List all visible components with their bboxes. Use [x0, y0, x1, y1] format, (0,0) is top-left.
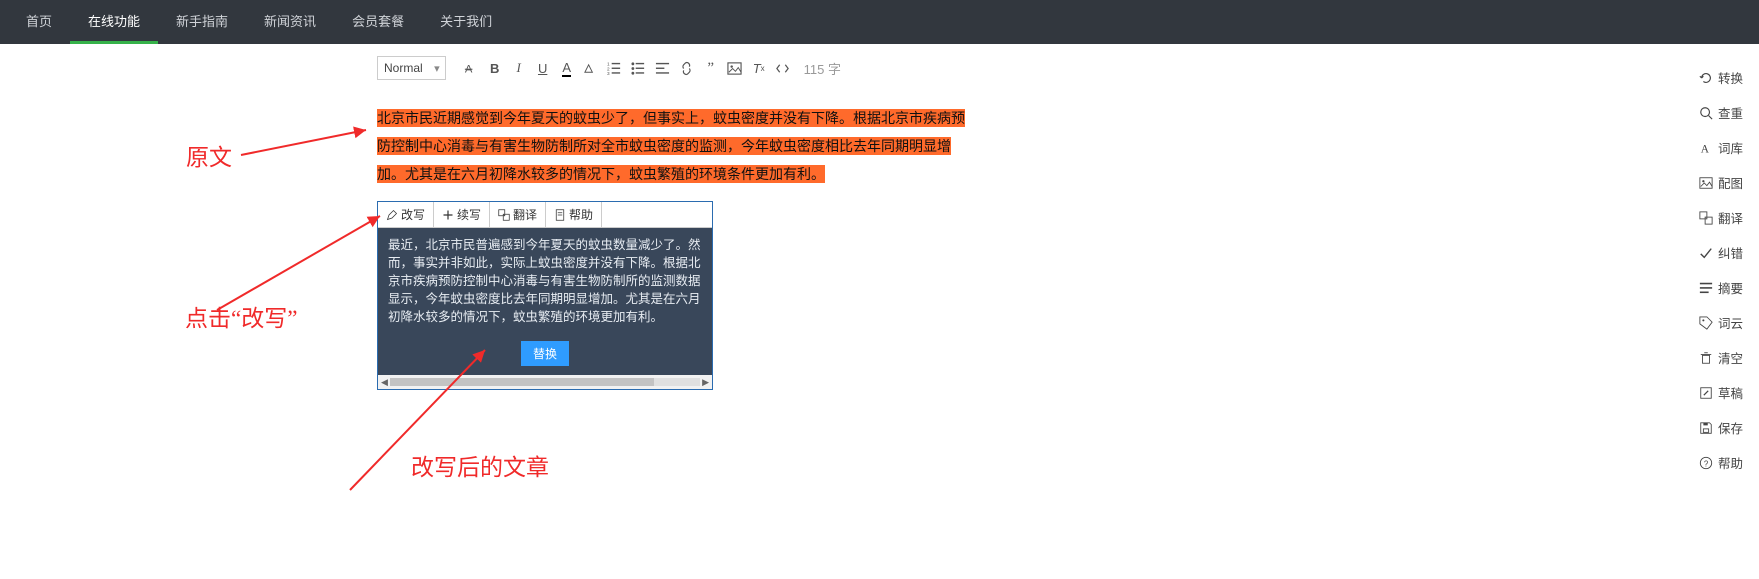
- tag-icon: [1699, 316, 1713, 330]
- highlight-icon[interactable]: [580, 57, 602, 79]
- replace-button[interactable]: 替换: [521, 341, 569, 366]
- font-icon: A: [1699, 141, 1713, 155]
- popup-action-rewrite[interactable]: 改写: [378, 202, 434, 227]
- side-summary[interactable]: 摘要: [1691, 270, 1759, 305]
- popup-toolbar: 改写 续写 翻译 帮助: [378, 202, 712, 228]
- bullet-list-icon[interactable]: [628, 57, 650, 79]
- svg-text:3: 3: [607, 71, 610, 76]
- list-icon: [1699, 281, 1713, 295]
- ordered-list-icon[interactable]: 123: [604, 57, 626, 79]
- popup-action-continue[interactable]: 续写: [434, 202, 490, 227]
- strikethrough-icon[interactable]: A: [460, 57, 482, 79]
- side-plagiarism[interactable]: 查重: [1691, 95, 1759, 130]
- popup-scrollbar[interactable]: ◀ ▶: [378, 375, 712, 389]
- plus-icon: [442, 209, 454, 221]
- scroll-thumb[interactable]: [390, 378, 654, 386]
- side-correct[interactable]: 纠错: [1691, 235, 1759, 270]
- side-image[interactable]: 配图: [1691, 165, 1759, 200]
- side-lexicon[interactable]: A词库: [1691, 130, 1759, 165]
- bold-icon[interactable]: B: [484, 57, 506, 79]
- scroll-right-icon[interactable]: ▶: [702, 377, 709, 388]
- link-icon[interactable]: [676, 57, 698, 79]
- save-icon: [1699, 421, 1713, 435]
- annotation-click-rewrite: 点击“改写”: [185, 299, 297, 333]
- trash-icon: [1699, 351, 1713, 365]
- popup-action-translate[interactable]: 翻译: [490, 202, 546, 227]
- translate-icon: [1699, 211, 1713, 225]
- search-icon: [1699, 106, 1713, 120]
- svg-text:A: A: [1701, 143, 1710, 155]
- highlighted-text[interactable]: 北京市民近期感觉到今年夏天的蚊虫少了，但事实上，蚊虫密度并没有下降。根据北京市疾…: [377, 109, 965, 183]
- svg-text:A: A: [465, 63, 473, 75]
- clear-format-icon[interactable]: Tx: [748, 57, 770, 79]
- popup-action-help[interactable]: 帮助: [546, 202, 602, 227]
- translate-icon: [498, 209, 510, 221]
- side-convert[interactable]: 转换: [1691, 60, 1759, 95]
- nav-online-tools[interactable]: 在线功能: [70, 0, 158, 44]
- nav-membership[interactable]: 会员套餐: [334, 0, 422, 44]
- refresh-icon: [1699, 71, 1713, 85]
- format-select[interactable]: Normal: [377, 56, 446, 80]
- check-icon: [1699, 246, 1713, 260]
- arrow-2: [212, 210, 392, 320]
- popup-label: 改写: [401, 206, 425, 223]
- side-translate[interactable]: 翻译: [1691, 200, 1759, 235]
- quote-icon[interactable]: ”: [700, 57, 722, 79]
- side-clear[interactable]: 清空: [1691, 340, 1759, 375]
- nav-home[interactable]: 首页: [8, 0, 70, 44]
- rewritten-text: 最近，北京市民普遍感到今年夏天的蚊虫数量减少了。然而，事实并非如此，实际上蚊虫密…: [378, 228, 712, 334]
- editor-toolbar: Normal A B I U A 123 ” Tx 115 字: [377, 56, 841, 80]
- side-draft[interactable]: 草稿: [1691, 375, 1759, 410]
- svg-text:?: ?: [1704, 459, 1709, 468]
- arrow-1: [236, 120, 376, 170]
- editor-content[interactable]: 北京市民近期感觉到今年夏天的蚊虫少了，但事实上，蚊虫密度并没有下降。根据北京市疾…: [377, 104, 977, 188]
- popup-label: 翻译: [513, 206, 537, 223]
- italic-icon[interactable]: I: [508, 57, 530, 79]
- popup-label: 帮助: [569, 206, 593, 223]
- annotation-original: 原文: [186, 138, 232, 172]
- align-icon[interactable]: [652, 57, 674, 79]
- rewrite-popup: 改写 续写 翻译 帮助 最近，北京市民普遍感到今年夏天的蚊虫数量减少了。然而，事…: [377, 201, 713, 390]
- code-icon[interactable]: [772, 57, 794, 79]
- side-wordcloud[interactable]: 词云: [1691, 305, 1759, 340]
- side-help[interactable]: ?帮助: [1691, 445, 1759, 480]
- font-color-icon[interactable]: A: [556, 57, 578, 79]
- edit-icon: [1699, 386, 1713, 400]
- nav-guide[interactable]: 新手指南: [158, 0, 246, 44]
- word-count: 115 字: [804, 59, 841, 78]
- nav-news[interactable]: 新闻资讯: [246, 0, 334, 44]
- top-nav: 首页 在线功能 新手指南 新闻资讯 会员套餐 关于我们: [0, 0, 1759, 44]
- image-icon[interactable]: [724, 57, 746, 79]
- scroll-left-icon[interactable]: ◀: [381, 377, 388, 388]
- doc-icon: [554, 209, 566, 221]
- nav-about[interactable]: 关于我们: [422, 0, 510, 44]
- help-icon: ?: [1699, 456, 1713, 470]
- right-sidebar: 转换 查重 A词库 配图 翻译 纠错 摘要 词云 清空 草稿 保存 ?帮助: [1691, 60, 1759, 480]
- popup-label: 续写: [457, 206, 481, 223]
- annotation-rewritten: 改写后的文章: [411, 448, 549, 482]
- pencil-icon: [386, 209, 398, 221]
- underline-icon[interactable]: U: [532, 57, 554, 79]
- side-save[interactable]: 保存: [1691, 410, 1759, 445]
- image-icon: [1699, 176, 1713, 190]
